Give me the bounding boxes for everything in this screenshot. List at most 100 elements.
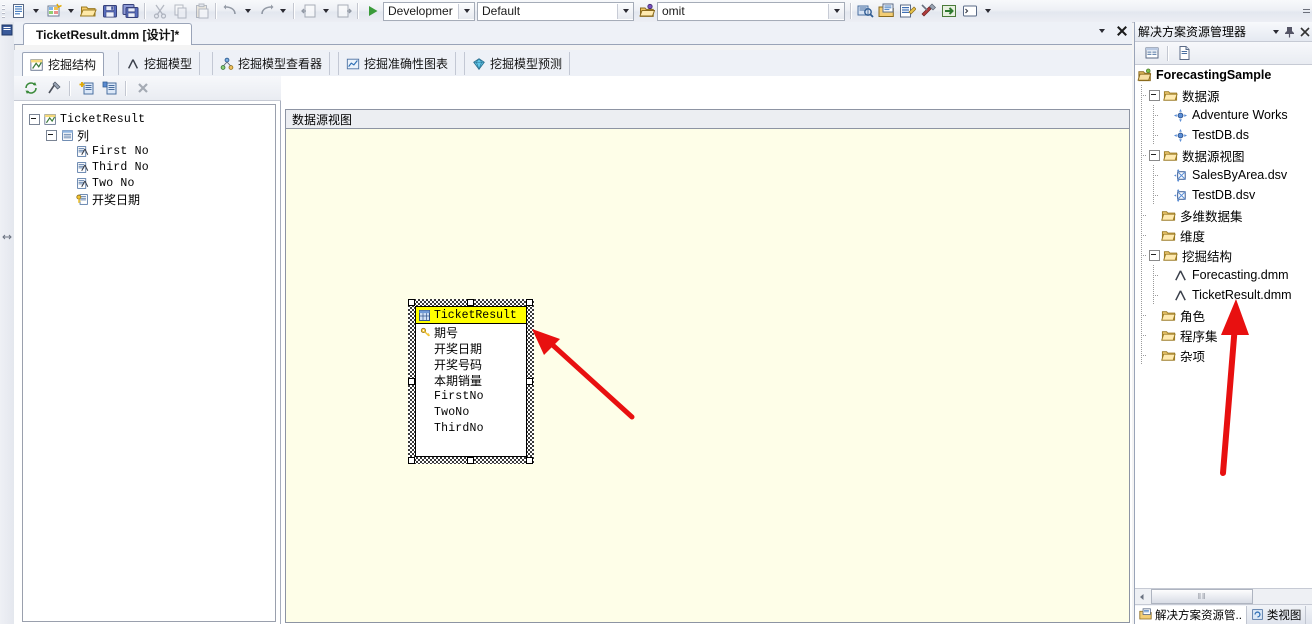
- resize-handle-se[interactable]: [526, 457, 533, 464]
- resize-handle-w[interactable]: [408, 378, 415, 385]
- save-all-button[interactable]: [120, 1, 141, 21]
- se-node-forecasting-dmm[interactable]: Forecasting.dmm: [1135, 265, 1312, 285]
- designer-tab-1[interactable]: 挖掘模型: [118, 52, 201, 75]
- entity-field-sales[interactable]: 本期销量: [416, 372, 526, 388]
- solution-explorer-menu-button[interactable]: [1273, 29, 1279, 34]
- paste-button[interactable]: [191, 1, 212, 21]
- entity-field-firstno[interactable]: FirstNo: [416, 388, 526, 404]
- se-node-datasources[interactable]: 数据源: [1135, 85, 1312, 105]
- collapse-icon[interactable]: [1149, 149, 1160, 161]
- entity-body[interactable]: TicketResult 期号 开奖日期 开奖号码 本期销量 FirstNo TwoNo T…: [415, 306, 527, 457]
- command-window-dropdown[interactable]: [981, 1, 995, 21]
- refresh-button[interactable]: [20, 78, 41, 98]
- se-node-cubes[interactable]: 多维数据集: [1135, 205, 1312, 225]
- solution-explorer-tree[interactable]: ForecastingSample 数据源 Adventure Works TestD…: [1135, 65, 1312, 613]
- redo-button[interactable]: [255, 1, 276, 21]
- start-debug-button[interactable]: [362, 1, 383, 21]
- bottom-tab-solution-explorer[interactable]: 解决方案资源管..: [1135, 605, 1247, 624]
- entity-field-draw-date[interactable]: 开奖日期: [416, 340, 526, 356]
- resize-handle-s[interactable]: [467, 457, 474, 464]
- tree-node-ticketresult[interactable]: TicketResult: [23, 111, 275, 127]
- add-column-button[interactable]: [76, 78, 97, 98]
- open-file-button[interactable]: [78, 1, 99, 21]
- se-node-adventure-works[interactable]: Adventure Works: [1135, 105, 1312, 125]
- find-in-files-button[interactable]: [855, 1, 876, 21]
- document-tab-ticketresult[interactable]: TicketResult.dmm [设计]*: [23, 23, 193, 45]
- se-node-ticketresult-dmm[interactable]: TicketResult.dmm: [1135, 285, 1312, 305]
- entity-field-draw-number[interactable]: 开奖号码: [416, 356, 526, 372]
- se-node-misc[interactable]: 杂项: [1135, 345, 1312, 365]
- toolbox-tab-icon[interactable]: [1, 24, 13, 36]
- splitter-handle[interactable]: [1, 230, 13, 244]
- new-project-dropdown[interactable]: [29, 1, 43, 21]
- solution-platform-arrow[interactable]: [617, 3, 633, 19]
- collapse-icon[interactable]: [1149, 89, 1160, 101]
- show-all-files-button[interactable]: [1174, 43, 1195, 63]
- collapse-icon[interactable]: [29, 113, 40, 125]
- designer-tab-2[interactable]: 挖掘模型查看器: [212, 52, 331, 75]
- entity-field-twono[interactable]: TwoNo: [416, 404, 526, 420]
- resize-handle-n[interactable]: [467, 299, 474, 306]
- tree-node-third-no[interactable]: Third No: [23, 159, 275, 175]
- toolbar-grip[interactable]: [0, 2, 7, 20]
- se-node-dimensions[interactable]: 维度: [1135, 225, 1312, 245]
- resize-handle-ne[interactable]: [526, 299, 533, 306]
- toolbar-overflow-button[interactable]: [1300, 1, 1312, 21]
- resize-handle-nw[interactable]: [408, 299, 415, 306]
- solution-configuration-arrow[interactable]: [458, 3, 474, 19]
- se-node-testdb-dsv[interactable]: TestDB.dsv: [1135, 185, 1312, 205]
- navigate-backward-dropdown[interactable]: [319, 1, 333, 21]
- entity-field-qihao[interactable]: 期号: [416, 324, 526, 340]
- tree-node-columns[interactable]: 列: [23, 127, 275, 143]
- close-document-button[interactable]: [1115, 24, 1128, 37]
- resize-handle-sw[interactable]: [408, 457, 415, 464]
- cut-button[interactable]: [149, 1, 170, 21]
- se-node-assemblies[interactable]: 程序集: [1135, 325, 1312, 345]
- navigate-forward-button[interactable]: [333, 1, 354, 21]
- delete-button[interactable]: [132, 78, 153, 98]
- designer-tab-0[interactable]: 挖掘结构: [22, 52, 105, 77]
- add-new-item-dropdown[interactable]: [64, 1, 78, 21]
- tree-node-first-no[interactable]: First No: [23, 143, 275, 159]
- collapse-icon[interactable]: [1149, 249, 1160, 261]
- entity-title-bar[interactable]: TicketResult: [416, 307, 526, 324]
- properties-window-button[interactable]: [897, 1, 918, 21]
- solution-explorer-hscrollbar[interactable]: ‖‖: [1135, 588, 1312, 604]
- solution-explorer-button[interactable]: [876, 1, 897, 21]
- new-project-button[interactable]: [8, 1, 29, 21]
- redo-dropdown[interactable]: [276, 1, 290, 21]
- close-solution-explorer-button[interactable]: [1300, 26, 1310, 37]
- solution-configuration-combo[interactable]: Developmer: [383, 1, 475, 21]
- deployment-target-combo[interactable]: omit: [657, 1, 845, 21]
- dsv-canvas[interactable]: TicketResult 期号 开奖日期 开奖号码 本期销量 FirstNo TwoNo T…: [285, 128, 1130, 623]
- se-node-dsviews[interactable]: 数据源视图: [1135, 145, 1312, 165]
- se-node-roles[interactable]: 角色: [1135, 305, 1312, 325]
- se-node-testdb-ds[interactable]: TestDB.ds: [1135, 125, 1312, 145]
- toolbox-button[interactable]: [918, 1, 939, 21]
- se-node-mining-structures[interactable]: 挖掘结构: [1135, 245, 1312, 265]
- designer-tab-4[interactable]: 挖掘模型预测: [464, 52, 571, 75]
- save-button[interactable]: [99, 1, 120, 21]
- tree-node-two-no[interactable]: Two No: [23, 175, 275, 191]
- se-node-forecastingsample[interactable]: ForecastingSample: [1135, 65, 1312, 85]
- solution-platform-combo[interactable]: Default: [477, 1, 634, 21]
- active-files-dropdown[interactable]: [1099, 28, 1105, 33]
- output-window-button[interactable]: [939, 1, 960, 21]
- undo-button[interactable]: [220, 1, 241, 21]
- entity-field-thirdno[interactable]: ThirdNo: [416, 420, 526, 436]
- entity-ticketresult[interactable]: TicketResult 期号 开奖日期 开奖号码 本期销量 FirstNo TwoNo T…: [408, 299, 534, 464]
- deployment-target-arrow[interactable]: [828, 3, 844, 19]
- collapse-icon[interactable]: [46, 129, 57, 141]
- edit-mining-structure-button[interactable]: [43, 78, 64, 98]
- undo-dropdown[interactable]: [241, 1, 255, 21]
- hscroll-thumb[interactable]: ‖‖: [1151, 589, 1253, 604]
- tree-node-draw-date[interactable]: 开奖日期: [23, 191, 275, 207]
- command-window-button[interactable]: [960, 1, 981, 21]
- deployment-target-icon-button[interactable]: [636, 1, 657, 21]
- resize-handle-e[interactable]: [526, 378, 533, 385]
- add-nested-table-button[interactable]: [99, 78, 120, 98]
- navigate-backward-button[interactable]: [298, 1, 319, 21]
- auto-hide-pin-button[interactable]: [1284, 26, 1295, 38]
- add-new-item-button[interactable]: [43, 1, 64, 21]
- se-node-salesbyarea-dsv[interactable]: SalesByArea.dsv: [1135, 165, 1312, 185]
